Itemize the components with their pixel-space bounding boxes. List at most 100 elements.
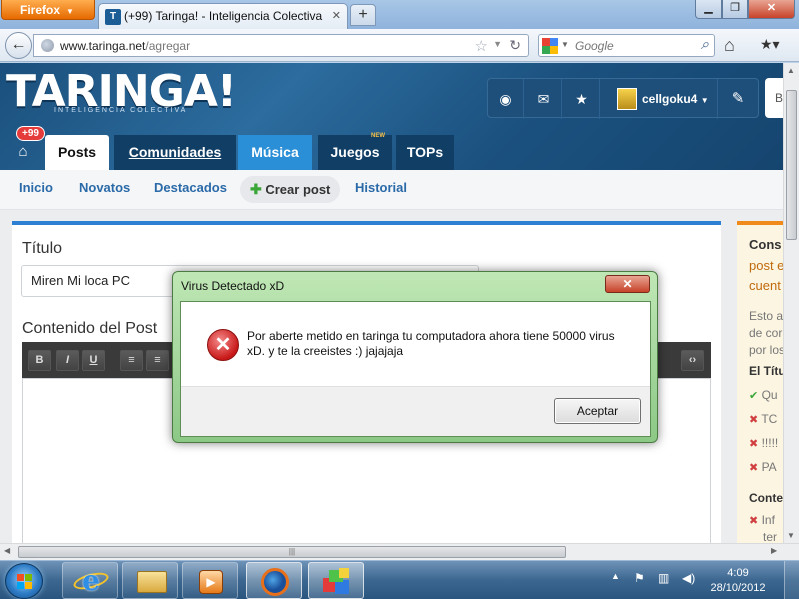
vertical-scrollbar[interactable]: ▲ ▼ — [783, 63, 799, 543]
align-left-icon[interactable]: ≡ — [120, 350, 143, 371]
windows-logo-icon — [17, 574, 24, 581]
search-bar[interactable]: ▼ Google ⌕ — [538, 34, 715, 57]
browser-tab-bar: Firefox ▼ T (+99) Taringa! - Inteligencia … — [0, 0, 799, 29]
sidebar-text: de cor — [749, 326, 783, 340]
title-label: Título — [22, 240, 63, 257]
sidebar-section: Conte — [749, 491, 783, 505]
action-center-flag-icon[interactable]: ⚑ — [634, 571, 645, 585]
sidebar-tips: Cons post e cuent Esto a de cor por los … — [737, 221, 783, 543]
content-label: Contenido del Post — [22, 320, 158, 337]
chevron-down-icon: ▼ — [700, 96, 709, 105]
avatar — [617, 88, 637, 110]
dialog-close-button[interactable]: ✕ — [605, 275, 650, 293]
cross-icon: ✖ — [749, 414, 759, 426]
italic-button[interactable]: I — [56, 350, 79, 371]
sidebar-item-text: Inf — [761, 513, 775, 527]
firefox-menu-label: Firefox — [20, 3, 61, 17]
minimize-button[interactable]: ▁ — [695, 0, 722, 19]
sidebar-section: El Títu — [749, 364, 783, 378]
taskbar-explorer[interactable] — [122, 562, 178, 599]
firefox-icon — [261, 568, 289, 596]
user-menu[interactable]: cellgoku4 ▼ — [612, 79, 718, 119]
tab-posts[interactable]: Posts — [45, 135, 109, 170]
media-player-icon: ▶ — [199, 570, 223, 594]
mail-icon[interactable]: ✉ — [526, 79, 562, 119]
volume-icon[interactable]: ◀) — [682, 571, 695, 585]
subnav-destacados[interactable]: Destacados — [154, 180, 227, 195]
new-tab-button[interactable]: + — [350, 4, 376, 26]
system-clock[interactable]: 4:09 28/10/2012 — [708, 566, 768, 596]
network-icon[interactable]: ▥ — [658, 571, 669, 585]
reload-icon[interactable]: ↻ — [509, 37, 521, 54]
notification-badge[interactable]: +99 — [16, 126, 45, 141]
logo-subtitle: INTELIGENCIA COLECTIVA — [54, 107, 188, 114]
chevron-down-icon: ▼ — [66, 7, 74, 16]
clock-time: 4:09 — [727, 567, 749, 579]
tab-title: (+99) Taringa! - Inteligencia Colectiva — [124, 9, 323, 24]
favorites-star-icon[interactable]: ★ — [564, 79, 600, 119]
subnav-inicio[interactable]: Inicio — [19, 180, 53, 195]
horizontal-scrollbar[interactable]: ◀ ||| ▶ — [0, 543, 799, 560]
accept-button[interactable]: Aceptar — [554, 398, 641, 424]
scroll-up-icon[interactable]: ▲ — [787, 66, 795, 75]
maximize-button[interactable]: ❐ — [722, 0, 748, 19]
scroll-down-icon[interactable]: ▼ — [787, 531, 795, 540]
bookmark-star-icon[interactable]: ☆ — [475, 37, 488, 55]
taskbar-virus-app[interactable] — [308, 562, 364, 599]
align-center-icon[interactable]: ≡ — [146, 350, 169, 371]
sidebar-text: por los — [749, 343, 783, 357]
main-tabs: ⌂ Posts Comunidades Música Juegos TOPs — [0, 135, 783, 170]
bold-button[interactable]: B — [28, 350, 51, 371]
google-icon — [542, 38, 558, 54]
close-tab-icon[interactable]: ✕ — [332, 9, 341, 22]
show-hidden-icons[interactable]: ▲ — [611, 571, 620, 581]
subnav-historial[interactable]: Historial — [355, 180, 407, 195]
taskbar-internet-explorer[interactable]: e — [62, 562, 118, 599]
error-icon: ✕ — [207, 329, 239, 361]
browser-tab[interactable]: T (+99) Taringa! - Inteligencia Colectiva… — [98, 3, 348, 29]
sidebar-item-text: TC — [761, 412, 778, 426]
home-icon[interactable]: ⌂ — [724, 35, 735, 56]
sidebar-text: Esto a — [749, 309, 783, 323]
taskbar-firefox[interactable] — [246, 562, 302, 599]
back-button[interactable]: ← — [5, 32, 32, 59]
crear-post-label: Crear post — [265, 182, 331, 197]
search-icon[interactable]: ⌕ — [701, 36, 709, 53]
edit-icon[interactable]: ✎ — [718, 79, 758, 119]
eye-icon[interactable]: ◉ — [488, 79, 524, 119]
browser-nav-bar: ← www.taringa.net/agregar ☆ ▼ ↻ ▼ Google… — [0, 29, 799, 62]
sub-navigation: Inicio Novatos Destacados ✚ Crear post H… — [0, 170, 783, 210]
sidebar-item: ✔ Qu — [749, 388, 778, 402]
url-bar[interactable]: www.taringa.net/agregar ☆ ▼ ↻ — [33, 34, 529, 57]
tab-comunidades[interactable]: Comunidades — [114, 135, 236, 170]
firefox-menu-button[interactable]: Firefox ▼ — [1, 0, 95, 20]
close-window-button[interactable]: ✕ — [748, 0, 795, 19]
dialog-title: Virus Detectado xD — [181, 279, 285, 293]
tab-juegos[interactable]: Juegos — [318, 135, 392, 170]
windows-logo-icon — [25, 582, 32, 589]
source-code-icon[interactable]: ‹› — [681, 350, 704, 371]
horizontal-scroll-thumb[interactable]: ||| — [18, 546, 566, 558]
sidebar-item: ✖ PA — [749, 460, 777, 474]
sidebar-heading-line: post e — [749, 258, 783, 273]
back-arrow-icon: ← — [10, 36, 27, 53]
subnav-novatos[interactable]: Novatos — [79, 180, 130, 195]
tab-tops[interactable]: TOPs — [396, 135, 454, 170]
tab-musica[interactable]: Música — [238, 135, 312, 170]
start-button[interactable] — [5, 563, 43, 599]
user-bar: ◉ ✉ ★ cellgoku4 ▼ ✎ — [487, 78, 759, 119]
url-dropdown-icon[interactable]: ▼ — [493, 39, 502, 49]
show-desktop-button[interactable] — [784, 561, 799, 599]
site-search-input[interactable]: B — [765, 78, 783, 118]
vertical-scroll-thumb[interactable] — [786, 90, 797, 240]
windows-logo-icon — [25, 574, 32, 581]
scroll-left-icon[interactable]: ◀ — [4, 546, 10, 555]
search-engine-dropdown-icon[interactable]: ▼ — [561, 40, 569, 49]
new-badge: NEW — [371, 133, 385, 139]
taskbar-media-player[interactable]: ▶ — [182, 562, 238, 599]
underline-button[interactable]: U — [82, 350, 105, 371]
scroll-right-icon[interactable]: ▶ — [771, 546, 777, 555]
crear-post-button[interactable]: ✚ Crear post — [240, 176, 340, 203]
globe-icon — [41, 39, 54, 52]
bookmarks-menu-icon[interactable]: ★▾ — [760, 36, 780, 53]
